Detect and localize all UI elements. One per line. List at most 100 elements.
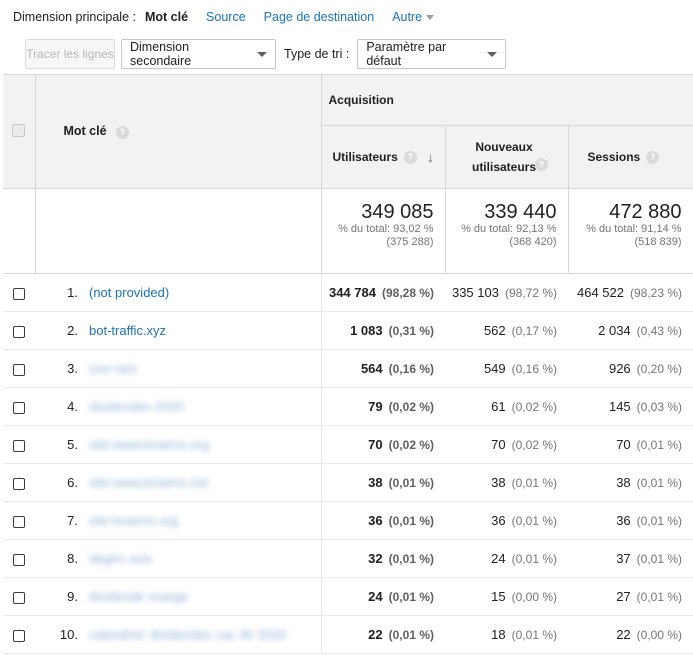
users-value: 24 — [368, 589, 383, 604]
keyword-link[interactable]: (not set) — [89, 361, 137, 376]
users-percent: (0,01 %) — [388, 552, 434, 566]
users-cell: 70 (0,02 %) — [320, 425, 445, 464]
table-row: 5. site:www.bnairns.org 70 (0,02 %) 70 (0,0… — [3, 425, 693, 464]
new-users-percent: (0,02 %) — [511, 438, 557, 452]
plot-rows-button[interactable]: Tracer les lignes — [25, 39, 115, 69]
keyword-link[interactable]: site:www.bnairns.net — [89, 475, 208, 490]
table-row: 3. (not set) 564 (0,16 %) 549 (0,16 %) 926 (… — [3, 349, 693, 388]
keyword-link[interactable]: calendrier dividendes cac 40 2020 — [89, 627, 286, 642]
users-column-header[interactable]: Utilisateurs ? ↓ — [320, 125, 446, 189]
new-users-value: 549 — [483, 361, 506, 376]
keyword-link[interactable]: bot-traffic.xyz — [89, 323, 166, 338]
sessions-value: 926 — [608, 361, 631, 376]
row-number: 6. — [67, 475, 78, 490]
keyword-link[interactable]: site:bnairns.org — [89, 513, 178, 528]
sessions-value: 36 — [616, 513, 631, 528]
keyword-header-label: Mot clé — [63, 124, 107, 139]
new-users-column-header[interactable]: Nouveaux utilisateurs ? — [444, 125, 569, 189]
users-value: 564 — [360, 361, 383, 376]
dimension-more-dropdown[interactable]: Autre — [392, 10, 435, 24]
keyword-link[interactable]: dividendes 2020 — [89, 399, 184, 414]
sessions-percent: (0,01 %) — [636, 590, 683, 604]
keyword-link[interactable]: site:www.bnairns.org — [89, 437, 209, 452]
sessions-value: 22 — [616, 627, 631, 642]
sessions-total: 472 880 % du total: 91,14 % (518 839) — [567, 188, 693, 274]
acquisition-label: Acquisition — [328, 93, 394, 107]
sessions-cell: 2 034 (0,43 %) — [568, 311, 693, 350]
row-checkbox[interactable] — [13, 363, 25, 376]
dimension-landing-page-link[interactable]: Page de destination — [264, 10, 375, 24]
users-value: 38 — [368, 475, 383, 490]
row-number: 5. — [67, 437, 78, 452]
new-users-total: 339 440 % du total: 92,13 % (368 420) — [444, 188, 568, 274]
secondary-dimension-label: Dimension secondaire — [130, 40, 192, 68]
users-cell: 564 (0,16 %) — [320, 349, 445, 388]
keyword-link[interactable]: (not provided) — [89, 285, 169, 300]
help-icon[interactable]: ? — [403, 150, 417, 164]
dimension-keyword-active[interactable]: Mot clé — [145, 10, 188, 24]
help-icon[interactable]: ? — [646, 150, 660, 164]
sessions-value: 38 — [616, 475, 631, 490]
new-users-cell: 335 103 (98,72 %) — [445, 273, 568, 312]
table-row: 7. site:bnairns.org 36 (0,01 %) 36 (0,01 %)… — [3, 501, 693, 540]
dimension-more-label: Autre — [392, 10, 423, 24]
row-checkbox[interactable] — [13, 401, 25, 414]
dimension-source-link[interactable]: Source — [206, 10, 246, 24]
table-toolbar: Tracer les lignes Dimension secondaire T… — [0, 34, 693, 74]
new-users-value: 70 — [491, 437, 506, 452]
users-cell: 1 083 (0,31 %) — [320, 311, 445, 350]
select-all-checkbox[interactable] — [12, 123, 26, 137]
sessions-column-header[interactable]: Sessions ? — [567, 125, 693, 189]
row-checkbox[interactable] — [13, 439, 25, 452]
sessions-cell: 27 (0,01 %) — [568, 577, 693, 616]
new-users-value: 562 — [483, 323, 506, 338]
new-users-cell: 549 (0,16 %) — [445, 349, 568, 388]
users-value: 344 784 — [328, 285, 376, 300]
help-icon[interactable]: ? — [116, 125, 130, 139]
sessions-cell: 926 (0,20 %) — [568, 349, 693, 388]
sessions-cell: 36 (0,01 %) — [568, 501, 693, 540]
users-value: 79 — [368, 399, 383, 414]
keyword-link[interactable]: dividende orange — [89, 589, 189, 604]
select-all-cell — [3, 74, 36, 189]
primary-dimension-label: Dimension principale : — [13, 10, 136, 24]
secondary-dimension-dropdown[interactable]: Dimension secondaire — [121, 39, 276, 69]
row-checkbox[interactable] — [13, 553, 25, 566]
new-users-percent: (0,00 %) — [511, 590, 557, 604]
table-row: 9. dividende orange 24 (0,01 %) 15 (0,00 %)… — [3, 577, 693, 616]
row-number: 8. — [67, 551, 78, 566]
row-number: 10. — [59, 627, 78, 642]
new-users-value: 36 — [491, 513, 506, 528]
row-number: 3. — [67, 361, 78, 376]
new-users-value: 15 — [491, 589, 506, 604]
row-checkbox[interactable] — [13, 515, 25, 528]
sessions-value: 37 — [616, 551, 631, 566]
sessions-percent: (0,20 %) — [636, 362, 683, 376]
row-checkbox[interactable] — [13, 477, 25, 490]
chevron-down-icon — [426, 14, 435, 20]
new-users-cell: 38 (0,01 %) — [445, 463, 568, 502]
users-percent: (0,01 %) — [388, 590, 434, 604]
help-icon[interactable]: ? — [535, 158, 548, 171]
new-users-value: 61 — [491, 399, 506, 414]
sessions-percent: (0,03 %) — [636, 400, 683, 414]
new-users-header-label: Nouveaux utilisateurs — [465, 137, 543, 177]
sort-type-dropdown[interactable]: Paramètre par défaut — [357, 39, 507, 69]
new-users-value: 335 103 — [451, 285, 499, 300]
new-users-header-text: Nouveaux utilisateurs — [471, 140, 537, 174]
row-number: 4. — [67, 399, 78, 414]
users-header-label: Utilisateurs — [332, 150, 398, 164]
acquisition-group-header: Acquisition — [320, 74, 693, 126]
sessions-cell: 37 (0,01 %) — [568, 539, 693, 578]
row-checkbox[interactable] — [13, 287, 25, 300]
row-checkbox[interactable] — [13, 629, 25, 642]
users-percent: (98,28 %) — [381, 286, 434, 300]
users-value: 1 083 — [350, 323, 383, 338]
users-percent: (0,31 %) — [388, 324, 434, 338]
new-users-percent: (0,01 %) — [511, 514, 557, 528]
new-users-percent: (0,01 %) — [511, 628, 557, 642]
users-value: 70 — [368, 437, 383, 452]
row-checkbox[interactable] — [13, 325, 25, 338]
row-checkbox[interactable] — [13, 591, 25, 604]
keyword-link[interactable]: degiro avis — [89, 551, 152, 566]
